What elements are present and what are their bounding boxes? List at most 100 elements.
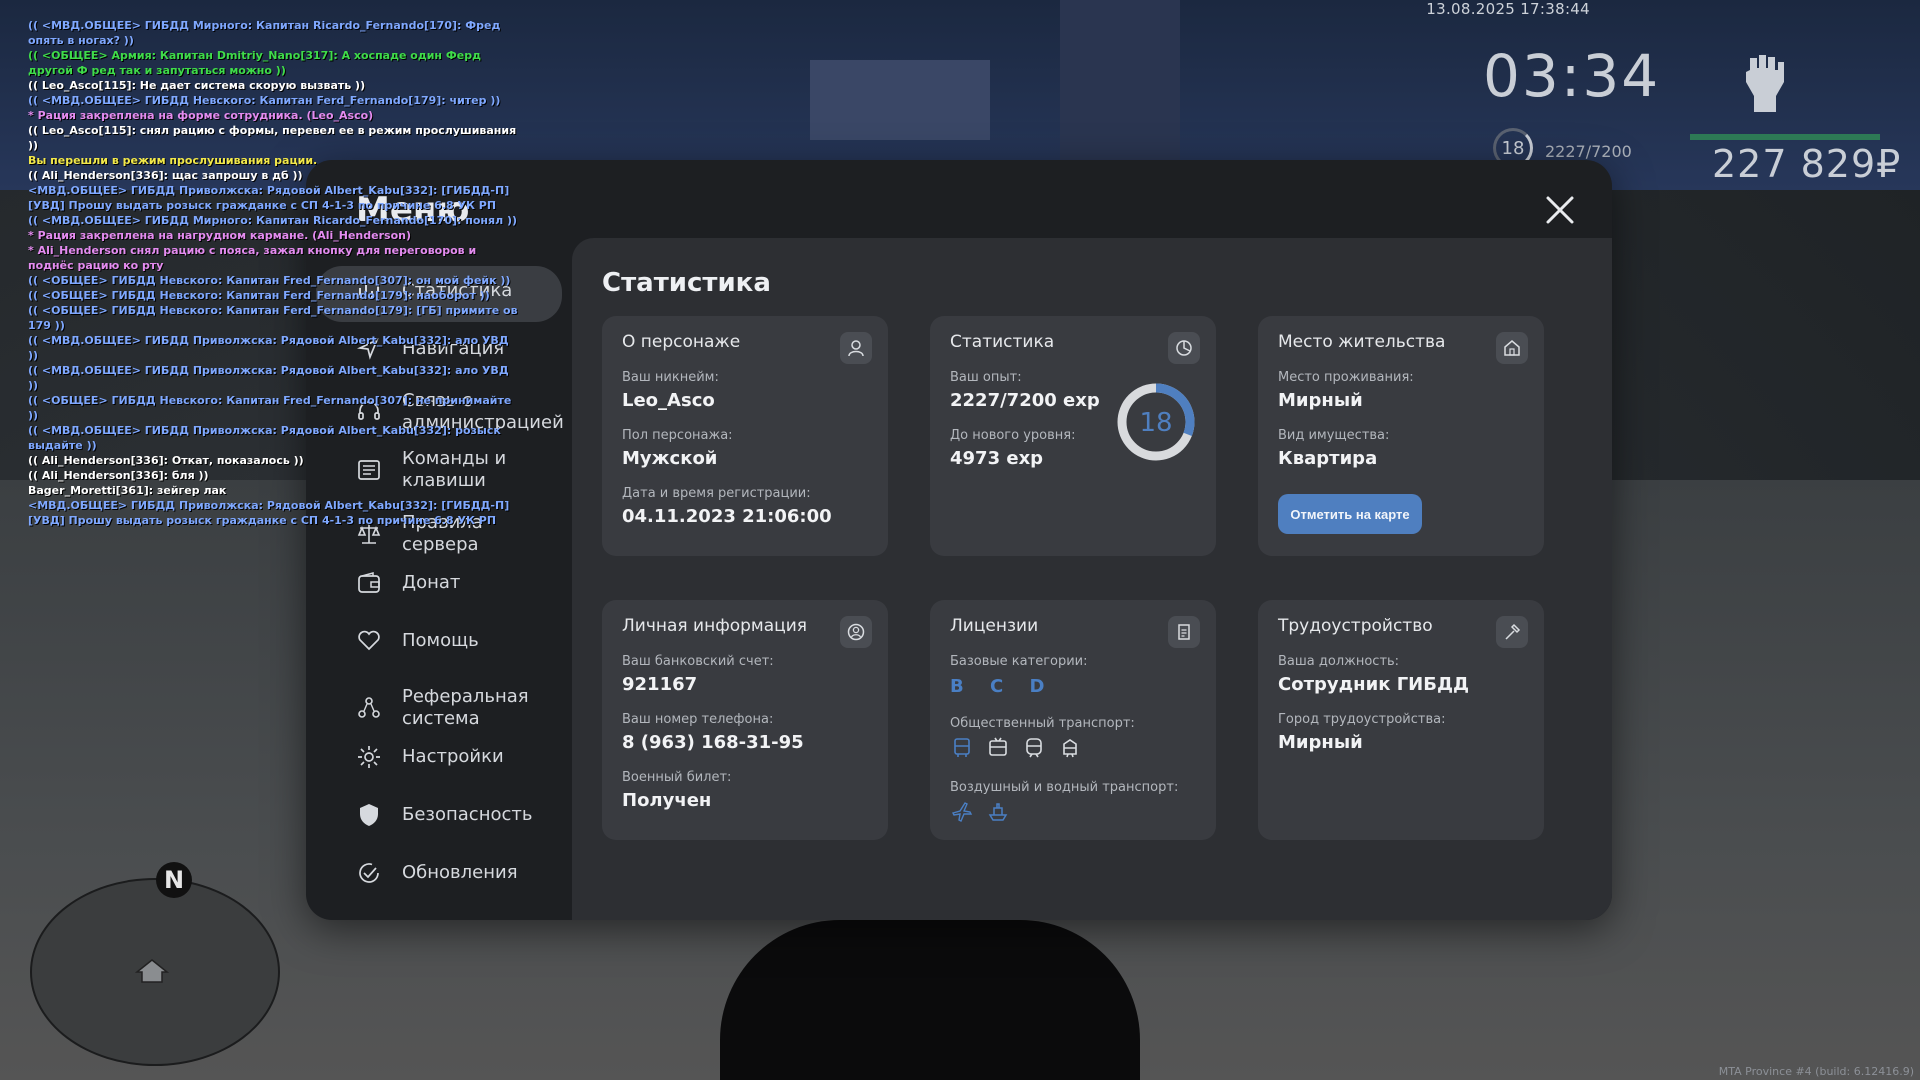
card-licenses: Лицензии Базовые категории: B C D Общест… [930,600,1216,840]
hud-clock: 03:34 [1483,42,1661,110]
chat-line: (( <МВД.ОБЩЕЕ> ГИБДД Приволжска: Рядовой… [28,364,509,392]
chat-line: Вы перешли в режим прослушивания рации. [28,154,318,167]
nav-security[interactable]: Безопасность [356,802,562,828]
nav-settings[interactable]: Настройки [356,744,562,770]
card-job: Трудоустройство Ваша должность: Сотрудни… [1258,600,1544,840]
chat-line: (( <МВД.ОБЩЕЕ> ГИБДД Невского: Капитан F… [28,94,501,107]
nav-item-label: Помощь [402,630,479,651]
job-city-value: Мирный [1278,732,1363,753]
hud-money: 227 829₽ [1712,142,1902,186]
chat-line: * Рация закреплена на форме сотрудника. … [28,109,374,122]
close-icon[interactable] [1542,192,1578,228]
nav-item-label: Настройки [402,746,504,767]
referral-icon [358,697,380,718]
card-title: Статистика [950,332,1055,352]
gear-icon [358,746,380,768]
base-categories-label: Базовые категории: [950,654,1088,669]
fist-icon [1746,55,1784,112]
shield-icon [360,804,378,826]
position-label: Ваша должность: [1278,654,1400,669]
updates-icon [359,863,379,883]
nickname-value: Leo_Asco [622,390,715,411]
level-ring: 18 [1117,383,1195,461]
house-icon [1496,332,1528,364]
content-title: Статистика [602,268,771,298]
position-value: Сотрудник ГИБДД [1278,674,1470,695]
nav-item-label: Обновления [402,862,518,883]
base-categories-value: B C D [950,676,1055,697]
tram-icon [1063,739,1077,758]
chat-line: (( <МВД.ОБЩЕЕ> ГИБДД Приволжска: Рядовой… [28,334,509,362]
military-label: Военный билет: [622,770,732,785]
chat-line: (( Leo_Asco[115]: снял рацию с формы, пе… [28,124,517,152]
air-water-icons [950,800,1010,824]
registration-label: Дата и время регистрации: [622,486,811,501]
hud-exp: 2227/7200 [1545,142,1632,161]
nav-item-label: Реферальная система [402,686,529,729]
card-title: Трудоустройство [1278,616,1433,636]
boat-icon [988,803,1008,821]
next-level-label: До нового уровня: [950,428,1076,443]
wallet-icon [358,572,380,593]
level-number: 18 [1139,408,1172,438]
player-silhouette [720,920,1140,1080]
card-title: Место жительства [1278,332,1446,352]
mark-on-map-button[interactable]: Отметить на карте [1278,494,1422,534]
nav-help[interactable]: Помощь [356,628,562,654]
gender-label: Пол персонажа: [622,428,733,443]
property-label: Вид имущества: [1278,428,1390,443]
build-info: MTA Province #4 (build: 6.12416.9) [1718,1065,1914,1078]
card-title: Личная информация [622,616,808,636]
chat-line: * Ali_Henderson снял рацию с пояса, зажа… [28,244,477,272]
minimap-north: N [156,862,192,898]
money-bar [1690,134,1880,140]
user-circle-icon [840,616,872,648]
bank-label: Ваш банковский счет: [622,654,774,669]
home-marker-icon [134,959,170,983]
chat-line: (( <ОБЩЕЕ> Армия: Капитан Dmitriy_Nano[3… [28,49,481,77]
heart-hands-icon [358,630,380,651]
exp-label: Ваш опыт: [950,370,1022,385]
document-icon [1168,616,1200,648]
exp-value: 2227/7200 exp [950,390,1100,411]
chat-line: (( <МВД.ОБЩЕЕ> ГИБДД Приволжска: Рядовой… [28,424,501,452]
chat-line: (( <МВД.ОБЩЕЕ> ГИБДД Мирного: Капитан Ri… [28,214,518,227]
chat-line: (( <МВД.ОБЩЕЕ> ГИБДД Мирного: Капитан Ri… [28,19,501,47]
hammer-icon [1496,616,1528,648]
nav-updates[interactable]: Обновления [356,860,562,886]
chat-line: (( Ali_Henderson[336]: бля )) [28,469,209,482]
nav-item-label: Донат [402,572,461,593]
chat-line: (( <ОБЩЕЕ> ГИБДД Невского: Капитан Fred_… [28,394,512,422]
chat-line: (( Leo_Asco[115]: Не дает система скорую… [28,79,366,92]
card-residence: Место жительства Место проживания: Мирны… [1258,316,1544,556]
card-character: О персонаже Ваш никнейм: Leo_Asco Пол пе… [602,316,888,556]
job-city-label: Город трудоустройства: [1278,712,1446,727]
public-transport-icons [950,736,1082,760]
pie-chart-icon [1168,332,1200,364]
property-value: Квартира [1278,448,1378,469]
public-transport-label: Общественный транспорт: [950,716,1135,731]
chat-line: (( <ОБЩЕЕ> ГИБДД Невского: Капитан Ferd_… [28,304,518,332]
hud-datetime: 13.08.2025 17:38:44 [1426,0,1590,18]
chat-line: (( <ОБЩЕЕ> ГИБДД Невского: Капитан Fred_… [28,274,511,287]
phone-value: 8 (963) 168-31-95 [622,732,804,753]
chat-log: (( <МВД.ОБЩЕЕ> ГИБДД Мирного: Капитан Ri… [28,18,518,528]
nav-donate[interactable]: Донат [356,570,562,596]
gender-value: Мужской [622,448,718,469]
trolleybus-icon [989,737,1007,756]
nav-referral[interactable]: Реферальная система [356,686,562,730]
chat-line: (( Ali_Henderson[336]: Откат, показалось… [28,454,304,467]
chat-line: (( Ali_Henderson[336]: щас запрошу в дб … [28,169,303,182]
chat-line: <МВД.ОБЩЕЕ> ГИБДД Приволжска: Рядовой Al… [28,184,510,212]
wall-radiator [810,60,990,140]
chat-line: * Рация закреплена на нагрудном кармане.… [28,229,411,242]
card-personal: Личная информация Ваш банковский счет: 9… [602,600,888,840]
residence-value: Мирный [1278,390,1363,411]
bus-icon [954,738,970,757]
registration-value: 04.11.2023 21:06:00 [622,506,832,527]
nav-item-label: Безопасность [402,804,533,825]
train-icon [1026,738,1042,758]
bank-value: 921167 [622,674,698,695]
air-water-label: Воздушный и водный транспорт: [950,780,1179,795]
user-icon [840,332,872,364]
